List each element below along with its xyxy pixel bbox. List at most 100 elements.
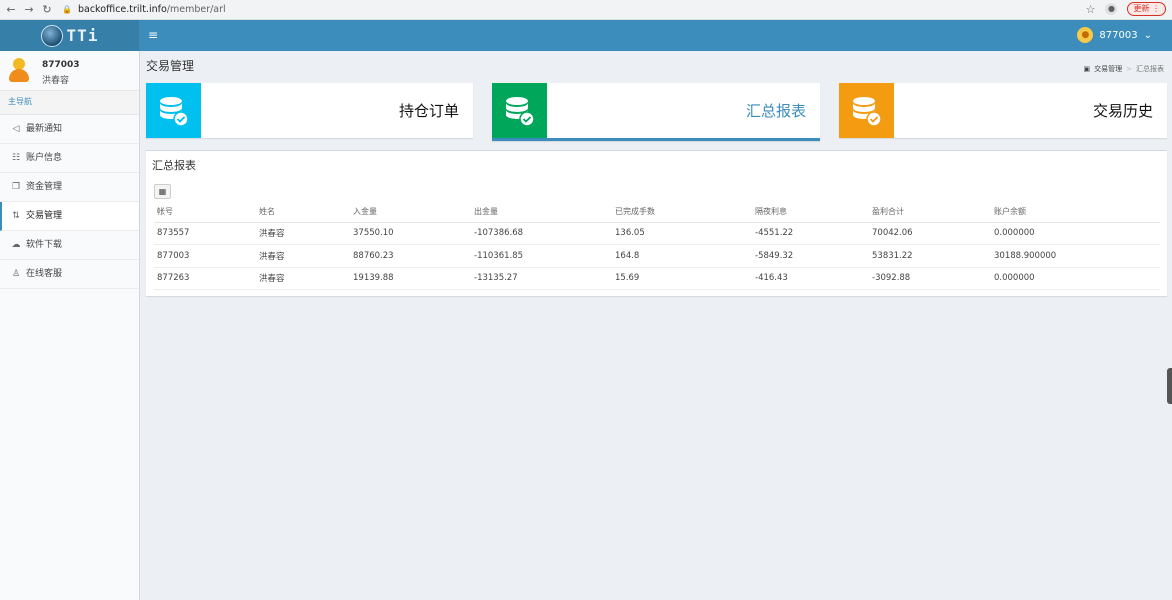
table-header-row: 帐号 姓名 入金量 出金量 已完成手数 隔夜利息 盈利合计 账户余额 [154,201,1160,223]
database-check-icon [146,83,201,138]
cloud-download-icon: ☁ [11,239,21,250]
cell-name: 洪春容 [256,222,350,245]
sidebar-item-label: 交易管理 [26,210,63,221]
support-icon: ♙ [11,268,21,279]
column-header: 盈利合计 [869,201,991,223]
user-menu[interactable]: ● 877003 ⌄ [1077,27,1152,43]
update-label: 更新 [1133,4,1150,13]
cell-swap: -5849.32 [752,244,869,268]
reload-icon[interactable]: ↻ [40,3,54,16]
breadcrumb-item[interactable]: 交易管理 [1094,64,1122,74]
cell-deposit: 19139.88 [350,267,471,290]
cell-swap: -4551.22 [752,222,869,245]
column-header: 入金量 [350,201,471,223]
lock-icon: 🔒 [62,5,72,14]
sidebar-item-trading[interactable]: ⇅ 交易管理 [0,202,139,231]
dashboard-icon: ▣ [1083,65,1091,73]
infobox-label: 交易历史 [1092,102,1153,120]
cell-lots: 164.8 [612,244,752,268]
database-check-icon [839,83,894,138]
infobox-history[interactable]: 交易历史 [839,83,1167,138]
exchange-icon: ⇅ [12,210,20,221]
sidebar-user-name: 洪春容 [42,76,70,86]
cell-deposit: 37550.10 [350,222,471,245]
logo[interactable]: TTi [0,20,139,51]
url-path: /member/arl [166,4,226,15]
table-row: 877003 洪春容 88760.23 -110361.85 164.8 -58… [154,244,1160,268]
column-header: 帐号 [154,201,256,223]
table-row: 873557 洪春容 37550.10 -107386.68 136.05 -4… [154,222,1160,245]
breadcrumb-separator: > [1126,65,1132,73]
table-row: 877263 洪春容 19139.88 -13135.27 15.69 -416… [154,267,1160,290]
cell-name: 洪春容 [256,267,350,290]
megaphone-icon: ◁ [12,123,20,134]
cell-profit: -3092.88 [869,267,991,290]
report-title: 汇总报表 [152,159,196,172]
cell-deposit: 88760.23 [350,244,471,268]
globe-logo-icon [40,24,63,47]
cell-withdrawal: -110361.85 [471,244,612,268]
cell-profit: 53831.22 [869,244,991,268]
sidebar-item-support[interactable]: ♙ 在线客服 [0,260,139,289]
sidebar-item-label: 资金管理 [26,181,63,192]
sidebar-item-label: 账户信息 [26,152,63,163]
cell-withdrawal: -107386.68 [471,222,612,245]
avatar [9,58,29,82]
nav-header: 主导航 [0,91,139,115]
cell-balance: 30188.900000 [991,244,1160,268]
avatar-icon: ● [1077,27,1094,43]
copy-icon: ❐ [11,181,21,192]
hamburger-menu-icon[interactable]: ≡ [148,28,158,42]
cell-account: 877003 [154,244,256,268]
page-title: 交易管理 [146,59,195,73]
sidebar-item-account[interactable]: ☷ 账户信息 [0,144,139,173]
sidebar-item-label: 在线客服 [26,268,63,279]
top-username: 877003 [1099,29,1138,41]
summary-report-box: 汇总报表 ▦ 帐号 姓名 入金量 出金量 已完成手数 隔夜利息 盈利合计 账户余… [146,150,1167,296]
sidebar-item-funds[interactable]: ❐ 资金管理 [0,173,139,202]
back-icon[interactable]: ← [4,3,18,16]
chevron-down-icon: ⌄ [1143,29,1152,41]
cell-account: 873557 [154,222,256,245]
cell-account: 877263 [154,267,256,290]
url-host: backoffice.trilt.info [77,4,167,15]
cell-name: 洪春容 [256,244,350,268]
calendar-icon: ▦ [158,187,167,196]
sidebar-item-notices[interactable]: ◁ 最新通知 [0,115,139,144]
cell-lots: 15.69 [612,267,752,290]
breadcrumb-item: 汇总报表 [1136,65,1164,73]
column-header: 隔夜利息 [752,201,869,223]
column-header: 已完成手数 [612,201,752,223]
sidebar-item-label: 软件下载 [26,239,63,250]
sidebar: 877003 洪春容 主导航 ◁ 最新通知 ☷ 账户信息 ❐ 资金管理 ⇅ 交易… [0,51,140,600]
report-table: 帐号 姓名 入金量 出金量 已完成手数 隔夜利息 盈利合计 账户余额 87355… [154,201,1160,290]
infobox-positions[interactable]: 持仓订单 [146,83,473,138]
profile-icon[interactable]: ● [1105,3,1118,15]
database-check-icon [492,83,547,138]
cell-swap: -416.43 [752,267,869,290]
browser-toolbar: ← → ↻ 🔒 backoffice.trilt.info/member/arl… [0,0,1172,20]
update-button[interactable]: 更新 ⋮ [1127,2,1166,16]
address-bar[interactable]: 🔒 backoffice.trilt.info/member/arl [62,4,226,15]
cell-lots: 136.05 [612,222,752,245]
column-header: 出金量 [471,201,612,223]
sidebar-user-id: 877003 [42,60,80,70]
sidebar-item-label: 最新通知 [26,123,63,134]
cell-balance: 0.000000 [991,222,1160,245]
sidebar-item-download[interactable]: ☁ 软件下载 [0,231,139,260]
top-navbar: TTi ≡ ● 877003 ⌄ [0,20,1172,51]
calendar-button[interactable]: ▦ [154,184,171,199]
cell-withdrawal: -13135.27 [471,267,612,290]
logo-text: TTi [66,26,99,45]
forward-icon[interactable]: → [22,3,36,16]
column-header: 账户余额 [991,201,1160,223]
user-panel: 877003 洪春容 [0,51,139,91]
infobox-summary[interactable]: 汇总报表 [492,83,820,141]
infobox-label: 汇总报表 [745,102,806,120]
cell-profit: 70042.06 [869,222,991,245]
bookmark-star-icon[interactable]: ☆ [1086,3,1096,16]
side-drawer-handle[interactable] [1167,368,1172,404]
column-header: 姓名 [256,201,350,223]
user-card-icon: ☷ [11,152,21,163]
cell-balance: 0.000000 [991,267,1160,290]
